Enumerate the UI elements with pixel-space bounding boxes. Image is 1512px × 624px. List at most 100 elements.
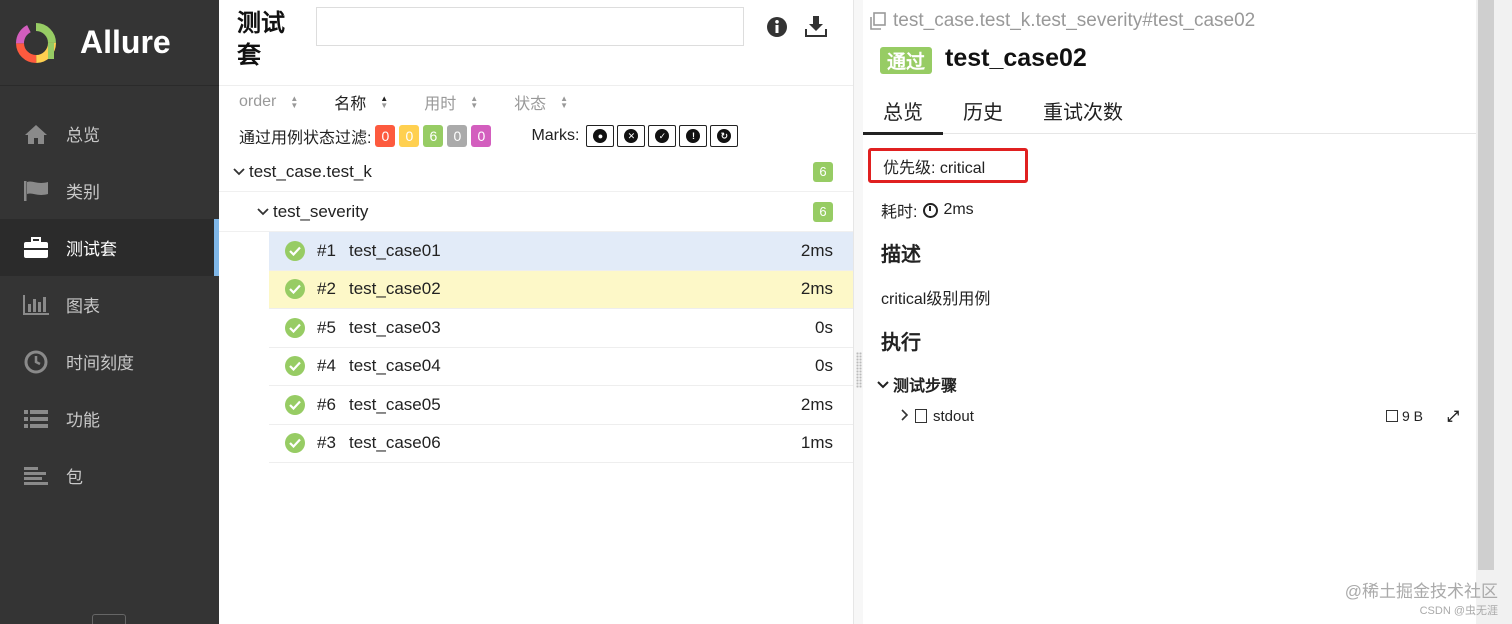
test-case-row[interactable]: #2 test_case02 2ms	[269, 270, 853, 309]
steps-heading: 测试步骤	[893, 378, 958, 395]
sidebar-item-label: 类别	[66, 183, 100, 202]
file-icon	[915, 409, 927, 423]
severity-text: 优先级: critical	[883, 159, 986, 177]
search-input[interactable]	[316, 7, 744, 46]
group-name: test_severity	[273, 201, 369, 221]
sort-by-status[interactable]: 状态 ▲ ▼	[514, 90, 568, 114]
allure-logo-icon	[16, 22, 56, 63]
test-case-row[interactable]: #5 test_case03 0s	[269, 309, 853, 348]
mark-retries-toggle[interactable]: ↻	[710, 125, 739, 147]
tree-group-test-k[interactable]: test_case.test_k 6	[219, 152, 853, 192]
case-order: #6	[317, 394, 336, 414]
sort-by-order[interactable]: order ▲ ▼	[239, 93, 298, 111]
status-badge: 通过	[880, 47, 933, 74]
tree-group-test-severity[interactable]: test_severity 6	[219, 192, 853, 232]
scrollbar[interactable]	[1476, 0, 1512, 624]
refresh-icon: ↻	[717, 129, 732, 143]
case-order: #1	[317, 240, 336, 260]
suites-header: 测试套	[219, 0, 853, 86]
download-icon[interactable]	[803, 14, 829, 40]
brand[interactable]: Allure	[0, 0, 219, 86]
sort-label: 状态	[514, 96, 547, 113]
sidebar-item-graphs[interactable]: 图表	[0, 276, 219, 333]
test-case-row[interactable]: #6 test_case05 2ms	[269, 386, 853, 425]
scroll-thumb[interactable]	[1478, 0, 1494, 570]
mark-new-passed-toggle[interactable]: ✓	[648, 125, 677, 147]
test-steps-toggle[interactable]: 测试步骤	[875, 372, 957, 396]
flag-icon	[22, 179, 50, 203]
case-name: test_case03	[349, 317, 441, 337]
sidebar-item-label: 功能	[66, 411, 100, 430]
suites-pane: 测试套 order ▲ ▼ 名称 ▲ ▼ 用时 ▲ ▼ 状态 ▲ ▼ 通过用例状…	[219, 0, 853, 624]
attachment-size-value: 9 B	[1401, 408, 1423, 424]
count-badge: 6	[813, 161, 833, 182]
sidebar: Allure 总览 类别 测试套 图表 时间刻度 功能 包	[0, 0, 219, 624]
drag-handle-icon	[856, 352, 862, 388]
filter-broken-toggle[interactable]: 0	[399, 125, 420, 147]
test-case-row[interactable]: #4 test_case04 0s	[269, 348, 853, 386]
passed-check-icon	[285, 240, 305, 261]
sidebar-item-packages[interactable]: 包	[0, 447, 219, 504]
marks-label: Marks:	[531, 127, 580, 144]
case-name: test_case05	[349, 394, 441, 414]
filter-unknown-toggle[interactable]: 0	[471, 125, 492, 147]
filter-failed-toggle[interactable]: 0	[375, 125, 396, 147]
case-duration: 2ms	[800, 394, 833, 414]
info-icon[interactable]	[764, 14, 790, 40]
close-circle-icon: ✕	[624, 129, 639, 143]
case-order: #2	[317, 279, 336, 299]
attachment-name: stdout	[933, 407, 974, 425]
sidebar-item-label: 时间刻度	[66, 354, 134, 373]
briefcase-icon	[22, 236, 50, 260]
copy-icon[interactable]	[869, 12, 887, 30]
passed-check-icon	[285, 394, 305, 415]
sidebar-item-timeline[interactable]: 时间刻度	[0, 333, 219, 390]
sort-bar: order ▲ ▼ 名称 ▲ ▼ 用时 ▲ ▼ 状态 ▲ ▼	[239, 90, 604, 114]
page-title: 测试套	[237, 10, 285, 69]
sort-by-name[interactable]: 名称 ▲ ▼	[334, 90, 388, 114]
duration-line: 耗时: 2ms	[881, 198, 974, 222]
duration-value: 2ms	[943, 201, 974, 218]
case-order: #5	[317, 317, 336, 337]
filter-skipped-toggle[interactable]: 0	[447, 125, 468, 147]
expand-icon[interactable]: ⤢	[1447, 408, 1459, 425]
tab-retries[interactable]: 重试次数	[1023, 86, 1143, 134]
sort-label: 名称	[334, 96, 367, 113]
description-text: critical级别用例	[881, 291, 991, 308]
pane-splitter[interactable]	[853, 0, 863, 624]
test-case-row[interactable]: #3 test_case06 1ms	[269, 425, 853, 463]
filter-passed-toggle[interactable]: 6	[423, 125, 444, 147]
sidebar-item-suites[interactable]: 测试套	[0, 219, 219, 276]
case-duration: 2ms	[800, 279, 833, 299]
test-case-row[interactable]: #1 test_case01 2ms	[269, 232, 853, 271]
sidebar-item-behaviors[interactable]: 功能	[0, 390, 219, 447]
sort-arrows-icon: ▲ ▼	[380, 94, 389, 110]
collapse-sidebar-button[interactable]	[92, 614, 126, 624]
clock-icon	[923, 202, 939, 218]
case-name: test_case02	[349, 279, 441, 299]
sidebar-item-categories[interactable]: 类别	[0, 162, 219, 219]
sidebar-item-overview[interactable]: 总览	[0, 105, 219, 162]
mark-new-broken-toggle[interactable]: !	[679, 125, 708, 147]
filter-label: 通过用例状态过滤:	[239, 130, 372, 147]
tab-history[interactable]: 历史	[943, 86, 1023, 134]
sort-label: 用时	[424, 96, 457, 113]
sort-arrows-icon: ▲ ▼	[290, 94, 299, 110]
attachment-size: 9 B	[1385, 408, 1423, 424]
chevron-down-icon	[875, 377, 891, 392]
sidebar-item-label: 包	[66, 468, 83, 487]
brand-name: Allure	[80, 24, 171, 60]
sidebar-item-label: 总览	[66, 126, 100, 145]
sort-arrows-icon: ▲ ▼	[560, 94, 569, 110]
passed-check-icon	[285, 356, 305, 377]
mark-new-failed-toggle[interactable]: ✕	[617, 125, 646, 147]
sort-label: order	[239, 93, 277, 110]
tab-overview[interactable]: 总览	[863, 86, 943, 135]
home-icon	[22, 122, 50, 146]
case-name: test_case04	[349, 356, 441, 376]
clock-icon	[22, 350, 50, 374]
sort-by-duration[interactable]: 用时 ▲ ▼	[424, 90, 478, 114]
case-order: #4	[317, 356, 336, 376]
attachment-row[interactable]: stdout 9 B ⤢	[901, 405, 1461, 427]
mark-flaky-toggle[interactable]: ●	[586, 125, 615, 147]
